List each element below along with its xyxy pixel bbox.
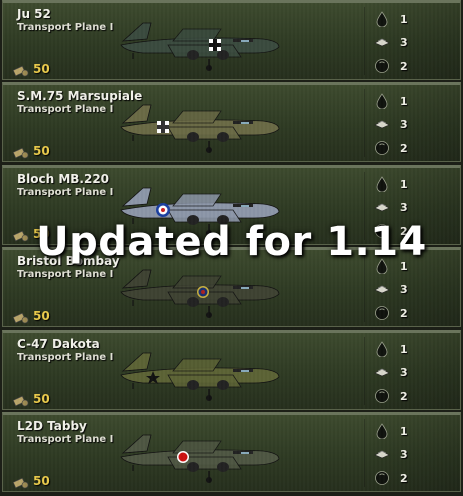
production-cost: 50 xyxy=(33,62,50,76)
cargo-capacity-icon xyxy=(374,34,390,50)
crew-icon xyxy=(374,140,390,156)
stats-divider xyxy=(364,419,365,487)
equipment-name: Ju 52 xyxy=(17,7,51,21)
equipment-name: L2D Tabby xyxy=(17,419,87,433)
production-cost-icon xyxy=(12,310,29,324)
fuel-value: 1 xyxy=(400,13,408,26)
crew-icon xyxy=(374,470,390,486)
cargo-capacity-value: 3 xyxy=(400,118,408,131)
equipment-type: Transport Plane I xyxy=(17,104,114,115)
production-cost: 50 xyxy=(33,392,50,406)
crew-value: 2 xyxy=(400,142,408,155)
stats-divider xyxy=(364,89,365,157)
production-cost: 50 xyxy=(33,309,50,323)
cargo-capacity-icon xyxy=(374,281,390,297)
stats-panel: 1 3 2 xyxy=(360,85,460,161)
transport-plane-icon xyxy=(113,11,283,73)
crew-icon xyxy=(374,58,390,74)
equipment-card[interactable]: C-47 Dakota Transport Plane I 50 1 3 2 xyxy=(2,330,461,410)
equipment-card[interactable]: L2D Tabby Transport Plane I 50 1 3 2 xyxy=(2,412,461,492)
fuel-drop-icon xyxy=(374,341,390,358)
cargo-capacity-value: 3 xyxy=(400,366,408,379)
cargo-capacity-value: 3 xyxy=(400,201,408,214)
fuel-value: 1 xyxy=(400,425,408,438)
crew-icon xyxy=(374,388,390,404)
cargo-capacity-value: 3 xyxy=(400,36,408,49)
equipment-card[interactable]: S.M.75 Marsupiale Transport Plane I 50 1… xyxy=(2,82,461,162)
fuel-value: 1 xyxy=(400,178,408,191)
crew-icon xyxy=(374,305,390,321)
fuel-drop-icon xyxy=(374,423,390,440)
cargo-capacity-icon xyxy=(374,446,390,462)
equipment-type: Transport Plane I xyxy=(17,434,114,445)
transport-plane-icon xyxy=(113,93,283,155)
production-cost-icon xyxy=(12,145,29,159)
crew-value: 2 xyxy=(400,60,408,73)
cargo-capacity-value: 3 xyxy=(400,283,408,296)
production-cost: 50 xyxy=(33,144,50,158)
fuel-drop-icon xyxy=(374,176,390,193)
stats-panel: 1 3 2 xyxy=(360,3,460,79)
equipment-type: Transport Plane I xyxy=(17,269,114,280)
fuel-drop-icon xyxy=(374,93,390,110)
equipment-type: Transport Plane I xyxy=(17,22,114,33)
transport-plane-icon xyxy=(113,423,283,485)
production-cost-icon xyxy=(12,393,29,407)
equipment-name: Bloch MB.220 xyxy=(17,172,110,186)
equipment-type: Transport Plane I xyxy=(17,352,114,363)
stats-divider xyxy=(364,7,365,75)
fuel-value: 1 xyxy=(400,343,408,356)
crew-value: 2 xyxy=(400,390,408,403)
transport-plane-icon xyxy=(113,258,283,320)
stats-panel: 1 3 2 xyxy=(360,333,460,409)
equipment-name: C-47 Dakota xyxy=(17,337,100,351)
equipment-card[interactable]: Ju 52 Transport Plane I 50 1 3 2 xyxy=(2,0,461,80)
fuel-drop-icon xyxy=(374,11,390,28)
production-cost-icon xyxy=(12,475,29,489)
fuel-value: 1 xyxy=(400,95,408,108)
crew-value: 2 xyxy=(400,472,408,485)
transport-plane-icon xyxy=(113,341,283,403)
stats-panel: 1 3 2 xyxy=(360,415,460,491)
production-cost: 50 xyxy=(33,474,50,488)
production-cost-icon xyxy=(12,63,29,77)
cargo-capacity-icon xyxy=(374,199,390,215)
stats-divider xyxy=(364,337,365,405)
cargo-capacity-value: 3 xyxy=(400,448,408,461)
update-banner: Updated for 1.14 xyxy=(36,219,427,265)
crew-value: 2 xyxy=(400,307,408,320)
cargo-capacity-icon xyxy=(374,364,390,380)
cargo-capacity-icon xyxy=(374,116,390,132)
equipment-type: Transport Plane I xyxy=(17,187,114,198)
